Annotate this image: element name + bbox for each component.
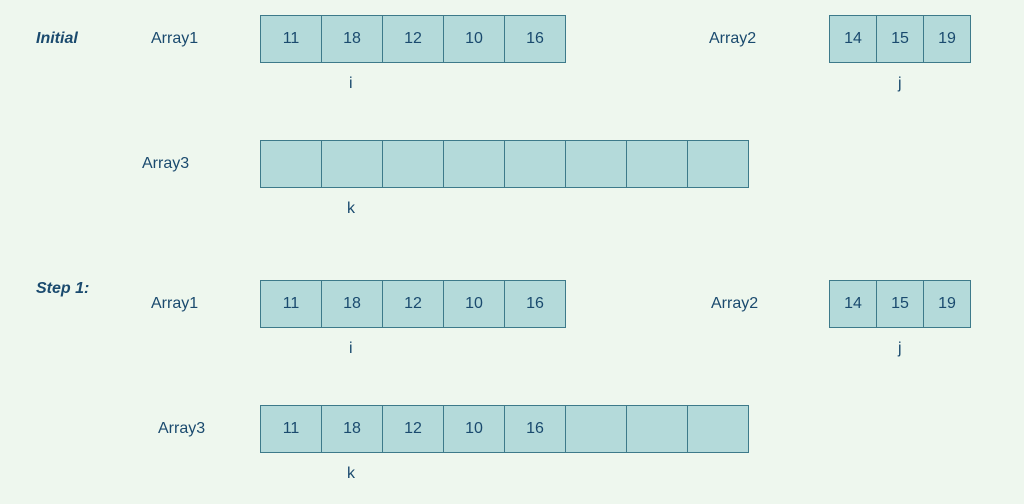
array-cell [504, 140, 566, 188]
array1-label: Array1 [151, 295, 198, 313]
array-cell: 19 [923, 15, 971, 63]
array-cell: 15 [876, 15, 924, 63]
array-cell: 10 [443, 280, 505, 328]
initial-array1: 11 18 12 10 16 [260, 15, 566, 63]
pointer-j: j [898, 340, 902, 358]
array-cell [321, 140, 383, 188]
array-cell: 11 [260, 280, 322, 328]
array-cell: 16 [504, 405, 566, 453]
step1-array3: 11 18 12 10 16 [260, 405, 749, 453]
pointer-j: j [898, 75, 902, 93]
array-cell [443, 140, 505, 188]
array-cell: 18 [321, 15, 383, 63]
array-cell [382, 140, 444, 188]
array1-label: Array1 [151, 30, 198, 48]
array-cell: 12 [382, 405, 444, 453]
array-cell: 14 [829, 15, 877, 63]
array2-label: Array2 [711, 295, 758, 313]
array-cell: 12 [382, 280, 444, 328]
pointer-k: k [347, 200, 355, 218]
array-cell: 18 [321, 280, 383, 328]
array-cell: 19 [923, 280, 971, 328]
array3-label: Array3 [158, 420, 205, 438]
array-cell [565, 405, 627, 453]
array-cell: 16 [504, 280, 566, 328]
array-cell: 14 [829, 280, 877, 328]
pointer-i: i [349, 75, 353, 93]
array-cell [565, 140, 627, 188]
array-cell [626, 140, 688, 188]
array-cell: 15 [876, 280, 924, 328]
array-cell: 10 [443, 405, 505, 453]
initial-label: Initial [36, 30, 78, 48]
array3-label: Array3 [142, 155, 189, 173]
array-cell: 11 [260, 405, 322, 453]
array-cell: 11 [260, 15, 322, 63]
array2-label: Array2 [709, 30, 756, 48]
array-cell: 10 [443, 15, 505, 63]
array-cell [687, 140, 749, 188]
initial-array2: 14 15 19 [829, 15, 971, 63]
array-cell: 16 [504, 15, 566, 63]
pointer-k: k [347, 465, 355, 483]
array-cell [687, 405, 749, 453]
array-cell [626, 405, 688, 453]
array-cell: 12 [382, 15, 444, 63]
step1-label: Step 1: [36, 280, 89, 298]
pointer-i: i [349, 340, 353, 358]
step1-array1: 11 18 12 10 16 [260, 280, 566, 328]
array-cell: 18 [321, 405, 383, 453]
array-cell [260, 140, 322, 188]
initial-array3 [260, 140, 749, 188]
step1-array2: 14 15 19 [829, 280, 971, 328]
